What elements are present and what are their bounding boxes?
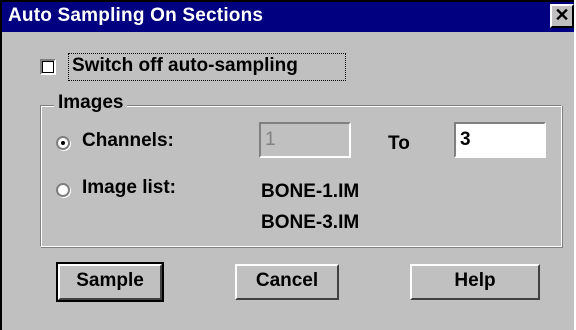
title-bar[interactable]: Auto Sampling On Sections ✕ — [2, 2, 574, 32]
channel-to-input[interactable]: 3 — [454, 122, 546, 158]
channel-from-input[interactable]: 1 — [259, 122, 351, 158]
window-title: Auto Sampling On Sections — [8, 5, 264, 26]
cancel-button[interactable]: Cancel — [235, 264, 339, 300]
radio-selected-dot — [61, 141, 65, 145]
help-button[interactable]: Help — [410, 264, 540, 300]
switch-off-label[interactable]: Switch off auto-sampling — [72, 55, 298, 77]
to-label: To — [388, 133, 410, 154]
close-icon[interactable]: ✕ — [550, 4, 574, 28]
image-list-item: BONE-1.IM — [261, 181, 360, 202]
image-list-label[interactable]: Image list: — [82, 177, 176, 199]
auto-sampling-dialog: Auto Sampling On Sections ✕ Switch off a… — [0, 0, 574, 330]
images-group-legend: Images — [54, 92, 128, 114]
image-list-item: BONE-3.IM — [261, 212, 360, 233]
channels-label[interactable]: Channels: — [82, 130, 174, 152]
switch-off-checkbox[interactable] — [40, 59, 56, 75]
sample-button[interactable]: Sample — [56, 262, 164, 302]
image-list-radio[interactable] — [56, 183, 70, 197]
channels-radio[interactable] — [56, 136, 70, 150]
